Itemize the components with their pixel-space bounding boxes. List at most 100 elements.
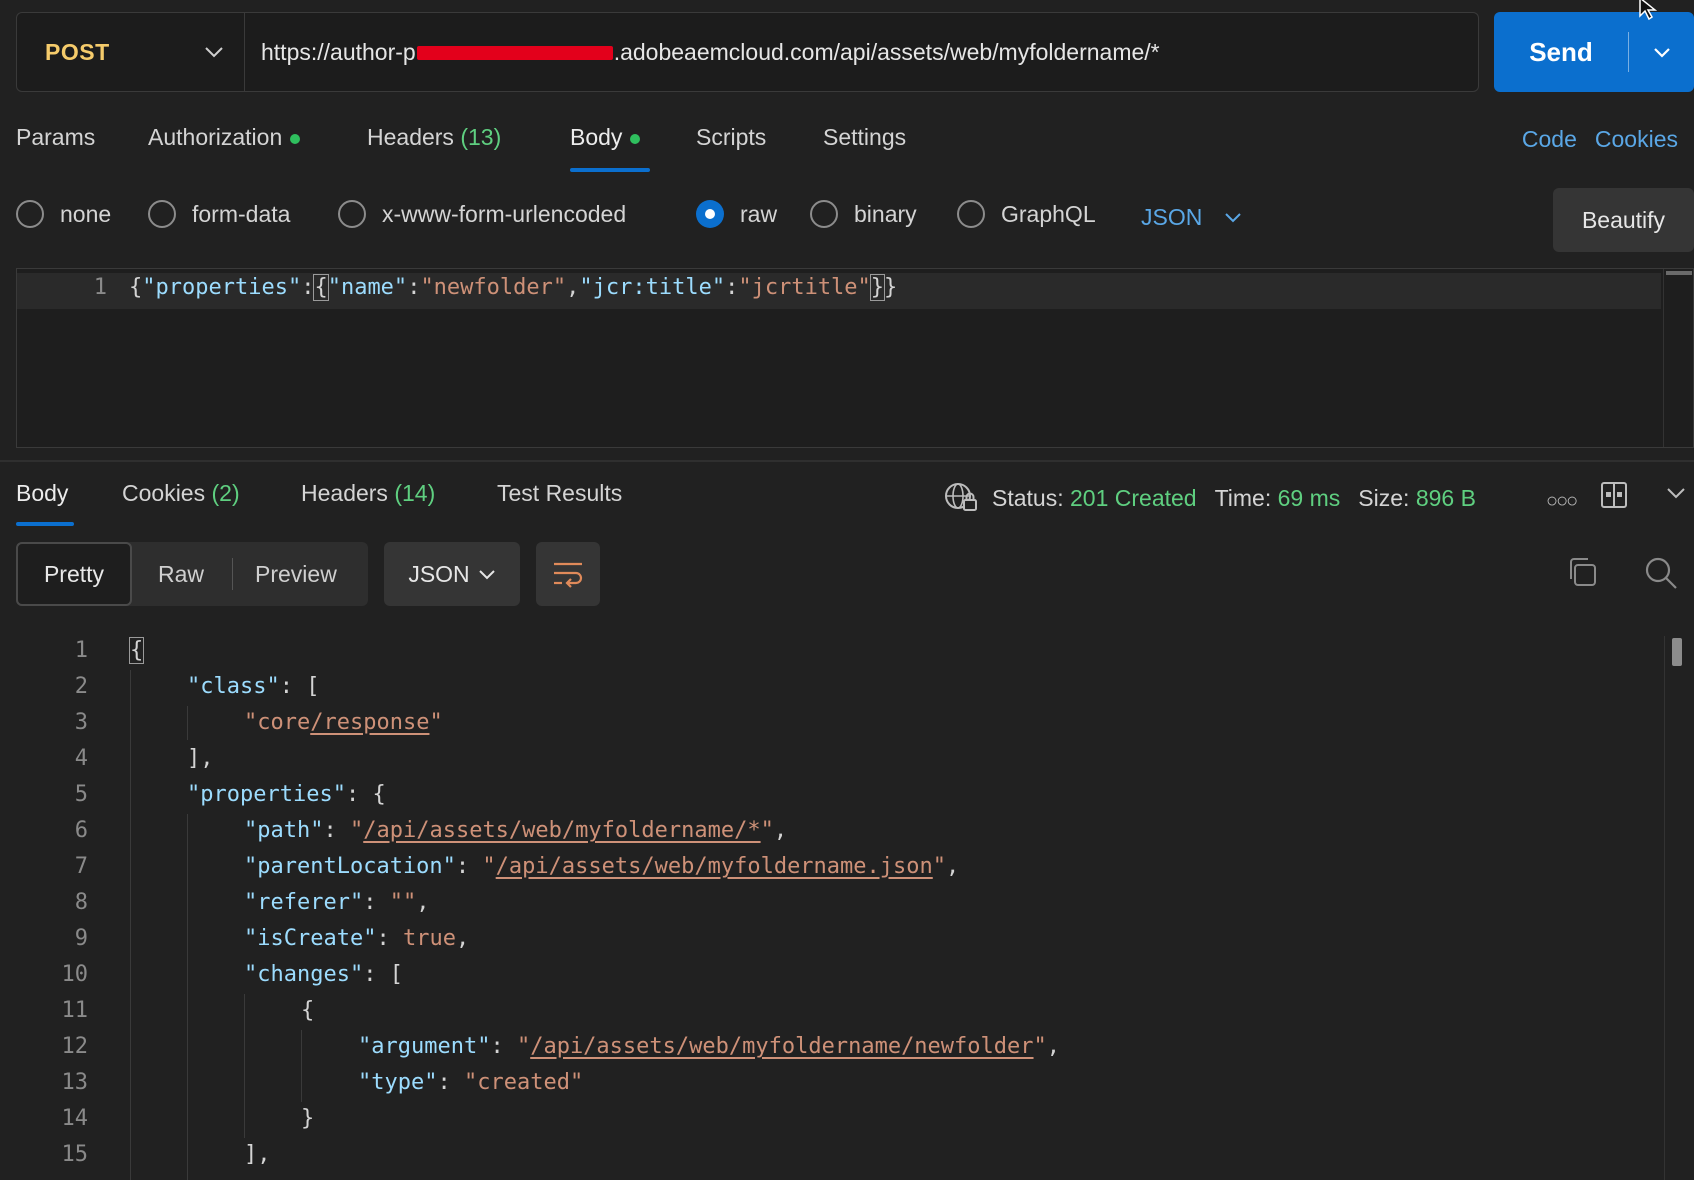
response-scrollbar-thumb[interactable] [1672,638,1682,666]
cookies-link[interactable]: Cookies [1595,126,1678,153]
indent-guide [187,706,188,740]
json-string: "" [389,890,417,915]
tab-params[interactable]: Params [16,124,95,151]
collapse-chevron-icon[interactable] [1666,486,1686,500]
line-number: 12 [61,1034,89,1059]
punct: } [884,275,898,300]
split-layout-icon[interactable] [1600,481,1628,509]
json-string: " [349,818,364,843]
beautify-button[interactable]: Beautify [1553,188,1694,252]
size-value[interactable]: 896 B [1416,485,1476,512]
radio-circle [148,200,176,228]
json-link[interactable]: /response [310,710,429,735]
line-number: 2 [74,674,88,699]
url-redaction [416,46,613,61]
time-label: Time: [1214,484,1272,511]
json-key: "name" [327,275,408,300]
radio-form-data-label: form-data [192,200,291,227]
line-number: 13 [61,1070,89,1095]
code-line: "isCreate": true, [244,926,469,951]
cookies-count: (2) [211,480,240,506]
punct: : [455,854,483,879]
url-input[interactable]: https://author-p .adobeaemcloud.com/api/a… [245,39,1160,66]
preview-button[interactable]: Preview [255,542,337,606]
chevron-down-icon [1225,213,1242,223]
copy-icon[interactable] [1566,556,1598,588]
punct: , [946,854,960,879]
punct: , [1046,1034,1061,1059]
globe-lock-icon[interactable] [944,482,978,514]
radio-graphql[interactable]: GraphQL [957,200,1096,228]
tab-headers-label: Headers [367,124,454,150]
tab-authorization[interactable]: Authorization [148,124,301,151]
response-body-viewer[interactable]: 1 2 3 4 5 6 7 8 9 10 11 12 13 14 15 { "c… [16,636,1694,1180]
tab-headers[interactable]: Headers (13) [367,124,501,151]
radio-circle [810,200,838,228]
editor-scrollbar[interactable] [1663,269,1693,447]
resp-headers-count: (14) [394,480,436,506]
wrap-lines-icon [554,562,583,588]
search-icon[interactable] [1644,556,1678,590]
json-string: " [516,1034,531,1059]
wrap-lines-button[interactable] [536,542,600,606]
tab-scripts[interactable]: Scripts [696,124,766,151]
radio-form-data[interactable]: form-data [148,200,290,228]
json-key: "path" [244,818,324,843]
code-line: "referer": "", [244,890,429,915]
json-key: "changes" [244,962,364,987]
radio-none[interactable]: none [16,200,111,228]
punct: : [323,818,350,843]
code-line: "changes": [ [244,962,403,987]
tab-settings[interactable]: Settings [823,124,906,151]
radio-none-label: none [60,200,112,227]
url-suffix: .adobeaemcloud.com/api/assets/web/myfold… [613,38,1160,65]
json-key: "jcr:title" [579,275,726,300]
modified-dot-icon [630,133,641,144]
resp-tab-body[interactable]: Body [16,480,68,507]
json-link[interactable]: /api/assets/web/myfoldername.json [496,854,933,879]
raw-button[interactable]: Raw [158,542,204,606]
radio-urlencoded[interactable]: x-www-form-urlencoded [338,200,626,228]
json-key: "class" [187,674,280,699]
radio-raw-label: raw [740,200,778,227]
tab-body[interactable]: Body [570,124,641,151]
resp-tab-headers[interactable]: Headers (14) [301,480,435,507]
tab-settings-label: Settings [823,124,907,150]
section-divider[interactable] [0,460,1694,462]
code-link[interactable]: Code [1522,126,1577,153]
chevron-down-icon [205,47,223,58]
response-format-select[interactable]: JSON [384,542,520,606]
punct: : [725,275,739,300]
status-value[interactable]: 201 Created [1070,485,1197,512]
punct: : [ [363,962,403,987]
request-body-editor[interactable]: 1 {"properties":{"name":"newfolder","jcr… [16,268,1694,448]
resp-tab-test-results[interactable]: Test Results [497,480,622,507]
request-links: Code Cookies [1522,126,1678,153]
resp-tab-cookies[interactable]: Cookies (2) [122,480,240,507]
json-string: " [482,854,496,879]
line-number: 5 [74,782,88,807]
response-format-label: JSON [408,560,470,587]
send-button[interactable]: Send [1494,12,1694,92]
punct: ], [244,1142,271,1167]
time-value[interactable]: 69 ms [1278,485,1341,512]
body-language-select[interactable]: JSON [1141,204,1242,231]
radio-binary[interactable]: binary [810,200,917,228]
json-link[interactable]: /api/assets/web/myfoldername/newfolder [530,1034,1033,1059]
indent-guide [244,994,245,1138]
json-key: "isCreate" [244,926,377,951]
line-number: 6 [74,818,88,843]
json-link[interactable]: /api/assets/web/myfoldername/* [363,818,760,843]
resp-tab-cookies-label: Cookies [122,480,206,506]
more-icon[interactable]: ○○○ [1546,490,1578,513]
punct: } [301,1106,315,1131]
punct: : { [345,782,386,807]
radio-raw[interactable]: raw [696,200,777,228]
pretty-button[interactable]: Pretty [16,542,132,606]
method-select[interactable]: POST [17,13,245,91]
method-label: POST [45,38,110,65]
matching-bracket: { [313,274,329,301]
punct: , [455,926,470,951]
send-options-button[interactable] [1629,47,1694,58]
url-prefix: https://author-p [261,38,416,65]
